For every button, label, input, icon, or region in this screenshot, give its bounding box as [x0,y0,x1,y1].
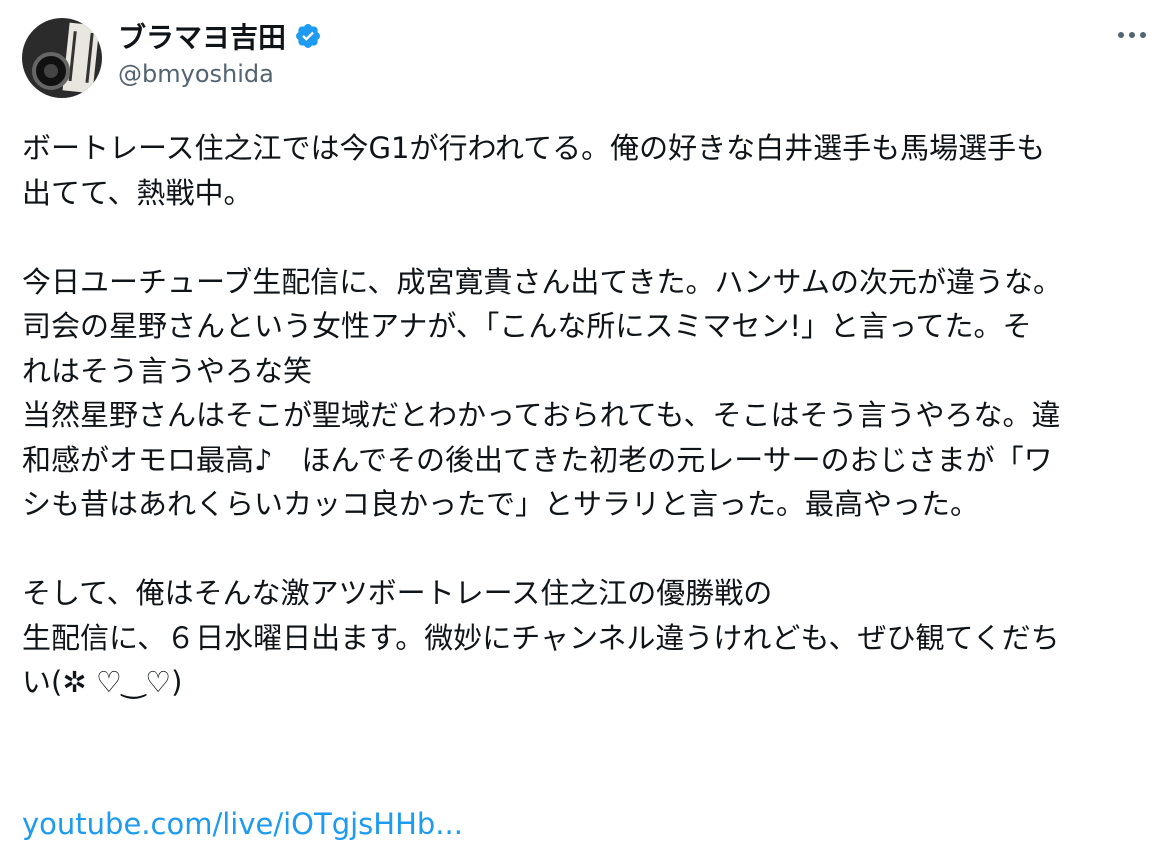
tweet-line: れはそう言うやろな笑 [22,353,313,388]
youtube-link[interactable]: youtube.com/live/iOTgjsHHb... [22,802,463,846]
author-display-name[interactable]: ブラマヨ吉田 [118,16,286,56]
tweet-line [22,527,1162,572]
author-name-row: ブラマヨ吉田 [118,18,322,54]
tweet-line: 当然星野さんはそこが聖域だとわかっておられても、そこはそう言うやろな。違 [22,398,1061,432]
tweet-line: そして、俺はそんな激アツボートレース住之江の優勝戦の [22,576,773,610]
tweet-line: 司会の星野さんという女性アナが、「こんな所にスミマセン!」と言ってた。そ [22,309,1032,343]
avatar-camera-lens-graphic [32,52,70,90]
tweet-line: 出てて、熱戦中。 [22,175,253,210]
tweet-line: 和感がオモロ最高♪ ほんでその後出てきた初老の元レーサーのおじさまが「ワ [22,442,1053,477]
verified-badge-icon [296,24,320,48]
more-options-button[interactable] [1112,20,1152,50]
author-avatar[interactable] [22,18,102,98]
tweet-line: 生配信に、６日水曜日出ます。微妙にチャンネル違うけれども、ぜひ観てくだち [22,620,1060,655]
more-options-icon-dot [1129,32,1135,38]
tweet-line: シも昔はあれくらいカッコ良かったで」とサラリと言った。最高やった。 [22,487,980,521]
tweet-text: ボートレース住之江では今G1が行われてる。俺の好きな白井選手も馬場選手も 出てて… [22,126,1162,705]
more-options-icon-dot [1140,32,1146,38]
tweet-line: い(✲ ♡‿♡) [22,665,183,699]
more-options-icon [1118,32,1124,38]
avatar-book-graphic [62,22,100,94]
tweet-line: ボートレース住之江では今G1が行われてる。俺の好きな白井選手も馬場選手も [22,131,1046,165]
tweet-line [22,215,1162,260]
author-handle[interactable]: @bmyoshida [118,60,274,88]
tweet-line: 今日ユーチューブ生配信に、成宮寛貴さん出てきた。ハンサムの次元が違うな。 [22,264,1062,299]
